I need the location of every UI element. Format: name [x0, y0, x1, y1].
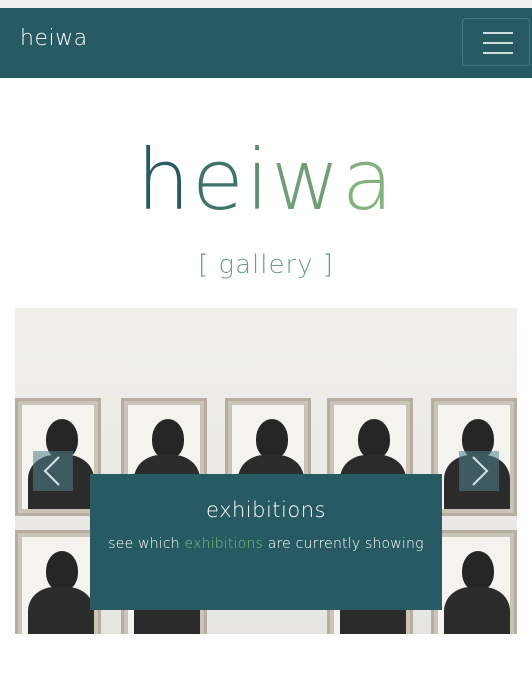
caption-text-before: see which: [108, 536, 180, 552]
logo-letter: e: [192, 131, 246, 229]
carousel-caption: exhibitions see which exhibitions are cu…: [90, 474, 442, 610]
framed-photo: [15, 530, 101, 634]
logo-letter: w: [271, 131, 342, 229]
carousel-next-button[interactable]: [459, 451, 499, 491]
exhibitions-carousel: exhibitions see which exhibitions are cu…: [15, 308, 517, 634]
exhibitions-link[interactable]: exhibitions: [185, 536, 264, 552]
carousel-prev-button[interactable]: [33, 451, 73, 491]
hero-subtitle: [ gallery ]: [198, 250, 334, 280]
hero-logo: heiwa: [0, 130, 532, 230]
caption-text: see which exhibitions are currently show…: [90, 536, 442, 552]
navbar-brand[interactable]: heiwa: [20, 26, 88, 51]
navbar-toggler-button[interactable]: [462, 18, 530, 66]
framed-photo: [431, 530, 517, 634]
caption-title: exhibitions: [206, 498, 326, 522]
logo-letter: i: [245, 131, 272, 229]
logo-letter: h: [136, 131, 193, 229]
caption-text-after: are currently showing: [267, 536, 424, 552]
browser-top-strip: [0, 0, 532, 8]
navbar: heiwa: [0, 8, 532, 78]
logo-letter: a: [341, 131, 396, 229]
